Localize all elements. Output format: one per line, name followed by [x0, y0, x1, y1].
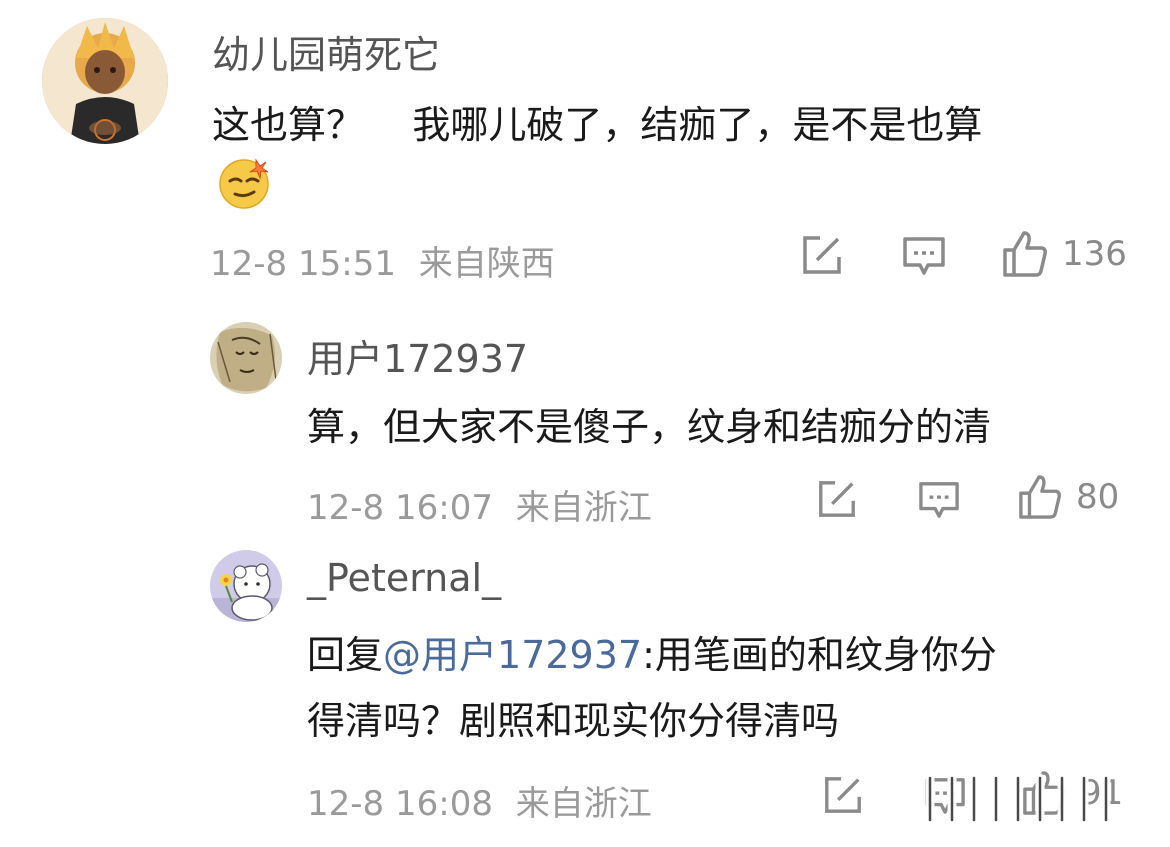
comment-button[interactable]: [918, 480, 960, 520]
edit-icon: [803, 236, 841, 274]
avatar-image: [210, 550, 282, 622]
edit-button[interactable]: [816, 478, 858, 520]
like-button[interactable]: 80: [1018, 474, 1119, 520]
watermark-graphic: [925, 773, 1111, 825]
avatar-image: [42, 18, 168, 144]
reply-prefix: 回复: [307, 633, 384, 677]
thumbs-up-icon: [1019, 475, 1061, 519]
reply-location: 来自浙江: [515, 488, 652, 528]
comment-text: 这也算？ 我哪儿破了，结痂了，是不是也算: [212, 103, 983, 147]
reply-location: 来自浙江: [515, 784, 652, 824]
comment-icon: [903, 237, 945, 275]
comment-time: 12-8 15:51: [210, 244, 396, 284]
comment-username[interactable]: 幼儿园萌死它: [212, 24, 440, 79]
like-count: 80: [1076, 477, 1120, 517]
reply-text-line2: 得清吗？剧照和现实你分得清吗: [307, 699, 840, 743]
mention-link[interactable]: @用户172937: [383, 633, 642, 677]
reply-text-line1: 回复@用户172937:用笔画的和纹身你分: [307, 624, 997, 679]
reply-meta: 12-8 16:08 来自浙江: [307, 776, 652, 825]
comment-button[interactable]: [902, 235, 946, 277]
comment-location: 来自陕西: [418, 244, 555, 284]
like-button[interactable]: 136: [1002, 230, 1127, 278]
edit-button[interactable]: [800, 233, 844, 277]
avatar-image: [210, 322, 282, 394]
reply-meta: 12-8 16:07 来自浙江: [307, 480, 652, 529]
reply-username[interactable]: 用户172937: [307, 328, 528, 383]
avatar[interactable]: [210, 322, 282, 394]
like-count: 136: [1062, 234, 1127, 274]
reply-time: 12-8 16:08: [307, 784, 493, 824]
edit-icon: [825, 777, 861, 813]
reply-username[interactable]: _Peternal_: [307, 556, 501, 600]
thumbs-up-icon: [1003, 231, 1047, 277]
reply-time: 12-8 16:07: [307, 488, 493, 528]
edit-icon: [819, 481, 855, 517]
avatar[interactable]: [210, 550, 282, 622]
avatar[interactable]: [42, 18, 168, 144]
smirk-emoji: [216, 154, 272, 210]
comment-icon: [919, 482, 959, 518]
edit-button[interactable]: [822, 774, 864, 816]
reply-text: 算，但大家不是傻子，纹身和结痂分的清: [307, 405, 992, 449]
reply-text: :用笔画的和纹身你分: [642, 633, 997, 677]
comment-meta: 12-8 15:51 来自陕西: [210, 236, 555, 285]
